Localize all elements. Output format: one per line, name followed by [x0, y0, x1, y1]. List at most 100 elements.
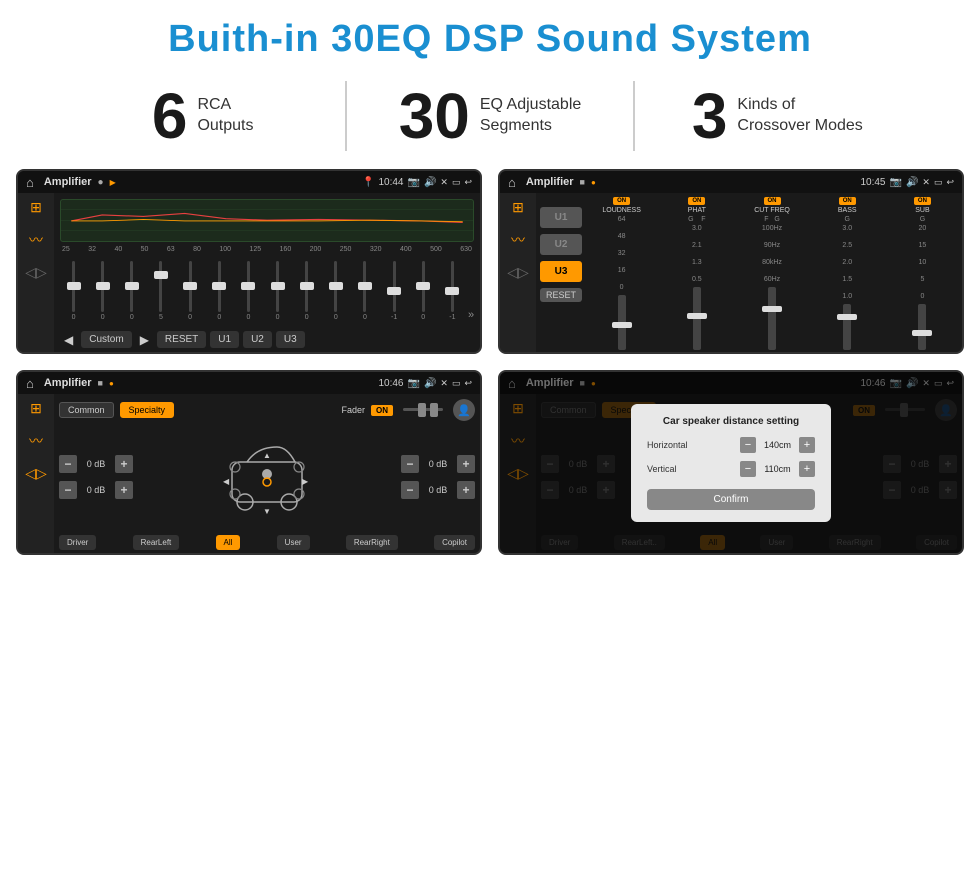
fader-filter-icon[interactable]: ⊞ [30, 400, 42, 417]
copilot-btn[interactable]: Copilot [434, 535, 475, 550]
db-plus-4[interactable]: + [457, 481, 475, 499]
reset-btn-mixer[interactable]: RESET [540, 288, 582, 302]
common-tab[interactable]: Common [59, 402, 114, 418]
eq-wave-icon[interactable]: 〰 [29, 230, 43, 250]
eq-slider-10[interactable]: 0 [322, 261, 349, 321]
fader-rect-icon: ▭ [452, 378, 461, 389]
eq-slider-11[interactable]: 0 [351, 261, 378, 321]
stat-eq: 30 EQ AdjustableSegments [347, 84, 632, 148]
phat-on[interactable]: ON [688, 197, 705, 205]
freq-500: 500 [430, 246, 442, 253]
db-minus-4[interactable]: − [401, 481, 419, 499]
freq-160: 160 [280, 246, 292, 253]
fader-home-icon[interactable]: ⌂ [26, 376, 34, 391]
u2-btn[interactable]: U2 [540, 234, 582, 255]
eq-slider-6[interactable]: 0 [206, 261, 233, 321]
stat-number-eq: 30 [399, 84, 470, 148]
driver-btn[interactable]: Driver [59, 535, 96, 550]
vertical-minus[interactable]: − [740, 461, 756, 477]
prev-arrow[interactable]: ◀ [60, 333, 77, 347]
eq-status-dot1: ● [98, 177, 104, 188]
eq-slider-7[interactable]: 0 [235, 261, 262, 321]
db-plus-1[interactable]: + [115, 455, 133, 473]
specialty-tab[interactable]: Specialty [120, 402, 175, 418]
eq-filter-icon[interactable]: ⊞ [30, 199, 42, 216]
fader-app-title: Amplifier [44, 377, 92, 389]
db-minus-1[interactable]: − [59, 455, 77, 473]
phat-label: PHAT [688, 207, 706, 214]
eq-slider-8[interactable]: 0 [264, 261, 291, 321]
eq-slider-13[interactable]: 0 [410, 261, 437, 321]
reset-btn-eq[interactable]: RESET [157, 331, 206, 348]
fader-status-dot1: ■ [98, 378, 103, 388]
sub-on[interactable]: ON [914, 197, 931, 205]
loudness-slider[interactable] [618, 295, 626, 350]
rearleft-btn[interactable]: RearLeft [133, 535, 180, 550]
next-arrow[interactable]: ▶ [136, 333, 153, 347]
eq-vol-side-icon[interactable]: ◁▷ [25, 264, 47, 281]
eq-slider-4[interactable]: 5 [147, 261, 174, 321]
sub-nums: 20151050 [919, 225, 927, 300]
fader-screen: ⌂ Amplifier ■ ● 10:46 📷 🔊 ✕ ▭ ↩ ⊞ 〰 ◁▷ [16, 370, 482, 555]
horizontal-plus[interactable]: + [799, 437, 815, 453]
speaker-area: − 0 dB + − 0 dB + [59, 426, 475, 528]
mixer-rect-icon: ▭ [934, 177, 943, 188]
eq-slider-14[interactable]: -1 [439, 261, 466, 321]
u2-btn-eq[interactable]: U2 [243, 331, 272, 348]
freq-80: 80 [193, 246, 201, 253]
vertical-plus[interactable]: + [799, 461, 815, 477]
home-icon[interactable]: ⌂ [26, 175, 34, 190]
all-btn[interactable]: All [216, 535, 241, 550]
db-controls-right: − 0 dB + − 0 dB + [401, 455, 475, 499]
sub-slider[interactable] [918, 304, 926, 350]
fader-time: 10:46 [378, 378, 403, 389]
u3-btn[interactable]: U3 [540, 261, 582, 282]
dialog-screen: ⌂ Amplifier ■ ● 10:46 📷 🔊 ✕ ▭ ↩ ⊞ 〰 ◁▷ [498, 370, 964, 555]
user-btn[interactable]: User [277, 535, 310, 550]
fader-on-badge[interactable]: ON [371, 405, 393, 416]
cutfreq-on[interactable]: ON [764, 197, 781, 205]
loudness-nums: 644832160 [618, 216, 626, 291]
rearright-btn[interactable]: RearRight [346, 535, 398, 550]
db-plus-2[interactable]: + [115, 481, 133, 499]
eq-slider-12[interactable]: -1 [381, 261, 408, 321]
eq-slider-2[interactable]: 0 [89, 261, 116, 321]
eq-slider-5[interactable]: 0 [177, 261, 204, 321]
mixer-home-icon[interactable]: ⌂ [508, 175, 516, 190]
bass-on[interactable]: ON [839, 197, 856, 205]
u1-btn-eq[interactable]: U1 [210, 331, 239, 348]
expand-icon[interactable]: » [468, 309, 474, 321]
eq-slider-9[interactable]: 0 [293, 261, 320, 321]
custom-btn[interactable]: Custom [81, 331, 131, 348]
confirm-button[interactable]: Confirm [647, 489, 815, 510]
u1-btn[interactable]: U1 [540, 207, 582, 228]
mixer-wave-icon[interactable]: 〰 [511, 230, 525, 250]
horizontal-minus[interactable]: − [740, 437, 756, 453]
db-minus-3[interactable]: − [401, 455, 419, 473]
fader-wave-icon[interactable]: 〰 [29, 431, 43, 451]
db-minus-2[interactable]: − [59, 481, 77, 499]
mixer-vol-side-icon[interactable]: ◁▷ [507, 264, 529, 281]
mixer-filter-icon[interactable]: ⊞ [512, 199, 524, 216]
channel-phat: ON PHAT G F 3.02.11.30.5 [661, 197, 732, 352]
bass-slider[interactable] [843, 304, 851, 350]
channel-loudness: ON LOUDNESS 644832160 [586, 197, 657, 352]
eq-screen-body: ⊞ 〰 ◁▷ [18, 193, 480, 354]
profile-icon[interactable]: 👤 [453, 399, 475, 421]
loudness-on[interactable]: ON [613, 197, 630, 205]
mixer-time: 10:45 [860, 177, 885, 188]
eq-main-content: 25 32 40 50 63 80 100 125 160 200 250 32… [54, 193, 480, 354]
phat-slider[interactable] [693, 287, 701, 350]
eq-slider-1[interactable]: 0 [60, 261, 87, 321]
mixer-x-icon: ✕ [922, 177, 930, 188]
db-plus-3[interactable]: + [457, 455, 475, 473]
u-buttons: U1 U2 U3 RESET [540, 197, 582, 352]
fader-speaker-icon[interactable]: ◁▷ [25, 465, 47, 482]
cutfreq-slider[interactable] [768, 287, 776, 350]
dialog-title: Car speaker distance setting [647, 416, 815, 427]
channel-bass: ON BASS G 3.02.52.01.51.0 [812, 197, 883, 352]
eq-slider-3[interactable]: 0 [118, 261, 145, 321]
eq-time: 10:44 [378, 177, 403, 188]
u3-btn-eq[interactable]: U3 [276, 331, 305, 348]
eq-status-bar: ⌂ Amplifier ● ▶ 📍 10:44 📷 🔊 ✕ ▭ ↩ [18, 171, 480, 193]
